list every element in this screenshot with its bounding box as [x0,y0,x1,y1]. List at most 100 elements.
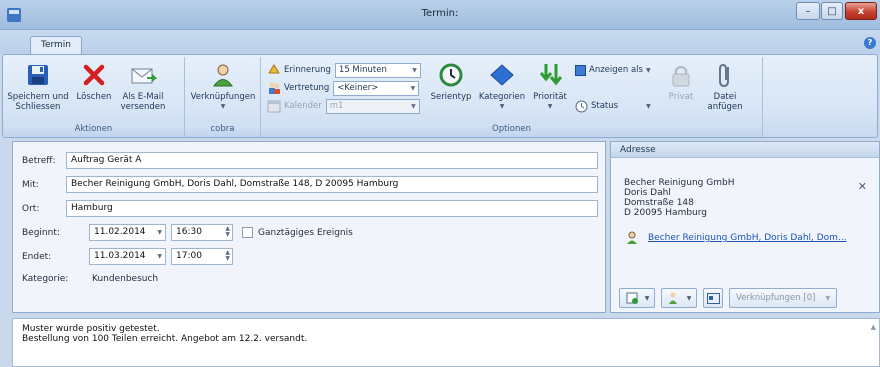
chevron-down-icon: ▼ [547,103,553,110]
end-time-stepper[interactable]: 17:00 ▲ ▼ [171,248,233,265]
allday-checkbox[interactable] [242,227,253,238]
floppy-disk-icon [28,65,48,85]
contact-card-icon [706,292,720,304]
group-label-cobra: cobra [185,124,260,137]
location-label: Ort: [22,204,40,214]
allday-label: Ganztägiges Ereignis [258,228,353,238]
priority-label: Priorität [533,92,567,102]
add-person-icon [668,292,677,304]
category-label: Kategorie: [22,274,69,284]
notes-line: Muster wurde positiv getestet. [22,324,160,334]
calendar-select[interactable]: m1 ▼ [325,98,420,114]
address-header: Adresse [611,142,879,158]
minimize-button[interactable]: – [796,2,820,20]
category-value: Kundenbesuch [92,274,159,284]
chevron-down-icon: ▼ [412,66,417,74]
save-close-button[interactable]: Speichern und Schliessen [3,61,73,112]
location-input[interactable]: Hamburg [66,200,598,217]
address-company: Becher Reinigung GmbH [624,178,735,188]
substitute-label: Vertretung [284,83,330,93]
group-label-optionen: Optionen [261,124,762,137]
close-button[interactable]: x [845,2,877,20]
paperclip-icon [719,63,729,88]
contact-link[interactable]: Becher Reinigung GmbH, Doris Dahl, Dom..… [648,233,847,243]
contact-card-button[interactable] [703,288,723,308]
address-panel: Adresse Becher Reinigung GmbH Doris Dahl… [610,141,880,313]
chevron-down-icon: ▼ [646,102,651,110]
person-icon [213,64,233,87]
show-as-button[interactable]: Anzeigen als ▼ [575,61,651,79]
links-count-label: Verknüpfungen [0] [735,293,816,303]
priority-arrows-icon [539,64,563,86]
appointment-form: Betreff: Auftrag Gerät A Mit: Becher Rei… [12,141,606,313]
private-button[interactable]: Privat [663,61,699,102]
subject-label: Betreff: [22,156,56,166]
chevron-down-icon: ▼ [220,103,226,110]
chevron-down-icon: ▼ [499,103,505,110]
private-label: Privat [668,92,694,102]
start-date-value: 11.02.2014 [94,227,146,237]
send-email-label: Als E-Mail versenden [120,92,166,112]
status-button[interactable]: Status ▼ [575,97,651,115]
ribbon: Speichern und Schliessen Löschen Als E-M… [2,54,878,138]
group-label-aktionen: Aktionen [3,124,184,137]
attach-file-label: Datei anfügen [707,92,743,112]
series-button[interactable]: Serientyp [429,61,473,102]
group-aktionen: Speichern und Schliessen Löschen Als E-M… [3,57,185,137]
spin-arrows-icon: ▲ ▼ [225,225,230,238]
scroll-up-icon[interactable]: ▲ [871,323,876,331]
substitute-row: Vertretung <Keiner> ▼ [267,79,420,97]
reminder-select[interactable]: 15 Minuten ▼ [334,62,421,78]
bell-icon [268,64,280,74]
delete-button[interactable]: Löschen [73,61,115,102]
subject-input[interactable]: Auftrag Gerät A [66,152,598,169]
add-contact-button[interactable]: ▼ [661,288,697,308]
start-time-stepper[interactable]: 16:30 ▲ ▼ [171,224,233,241]
people-icon [269,82,280,94]
priority-button[interactable]: Priorität ▼ [529,61,571,112]
group-cobra: Verknüpfungen ▼ cobra [185,57,261,137]
reminder-row: Erinnerung 15 Minuten ▼ [267,61,421,79]
substitute-select[interactable]: <Keiner> ▼ [333,80,420,96]
calendar-label: Kalender [284,101,322,111]
with-input[interactable]: Becher Reinigung GmbH, Doris Dahl, Domst… [66,176,598,193]
chevron-down-icon: ▼ [686,294,692,302]
start-time-value: 16:30 [176,227,202,237]
series-clock-icon [439,63,463,87]
categories-button[interactable]: Kategorien ▼ [477,61,527,112]
maximize-button[interactable]: □ [821,2,843,20]
end-date-value: 11.03.2014 [94,251,146,261]
series-label: Serientyp [430,92,472,102]
chevron-down-icon: ▼ [411,102,416,110]
reminder-value: 15 Minuten [338,65,387,75]
address-city: D 20095 Hamburg [624,208,708,218]
links-count-button[interactable]: Verknüpfungen [0] ▼ [729,288,837,308]
tab-termin[interactable]: Termin [30,36,82,55]
address-person: Doris Dahl [624,188,671,198]
contact-person-icon [627,231,637,244]
delete-x-icon [83,64,105,86]
close-icon[interactable]: ✕ [858,180,867,193]
substitute-value: <Keiner> [337,83,379,93]
links-button[interactable]: Verknüpfungen ▼ [187,61,259,112]
calendar-value: m1 [329,101,344,111]
send-email-button[interactable]: Als E-Mail versenden [117,61,169,112]
save-close-label: Speichern und Schliessen [7,92,69,112]
chevron-down-icon: ▼ [825,294,831,302]
ribbon-tab-row: Termin ? [0,30,880,55]
categories-label: Kategorien [478,92,526,102]
chevron-down-icon: ▼ [645,66,651,74]
new-link-button[interactable]: ▼ [619,288,655,308]
help-icon[interactable]: ? [864,37,876,49]
delete-label: Löschen [76,92,112,102]
start-date-picker[interactable]: 11.02.2014 ▼ [89,224,166,241]
start-label: Beginnt: [22,228,60,238]
chevron-down-icon: ▼ [157,253,162,260]
notes-textarea[interactable]: Muster wurde positiv getestet. Bestellun… [12,318,880,367]
attach-file-button[interactable]: Datei anfügen [701,61,749,112]
show-as-label: Anzeigen als [589,65,643,75]
end-date-picker[interactable]: 11.03.2014 ▼ [89,248,166,265]
status-label: Status [591,101,619,111]
end-time-value: 17:00 [176,251,202,261]
spin-arrows-icon: ▲ ▼ [225,249,230,262]
